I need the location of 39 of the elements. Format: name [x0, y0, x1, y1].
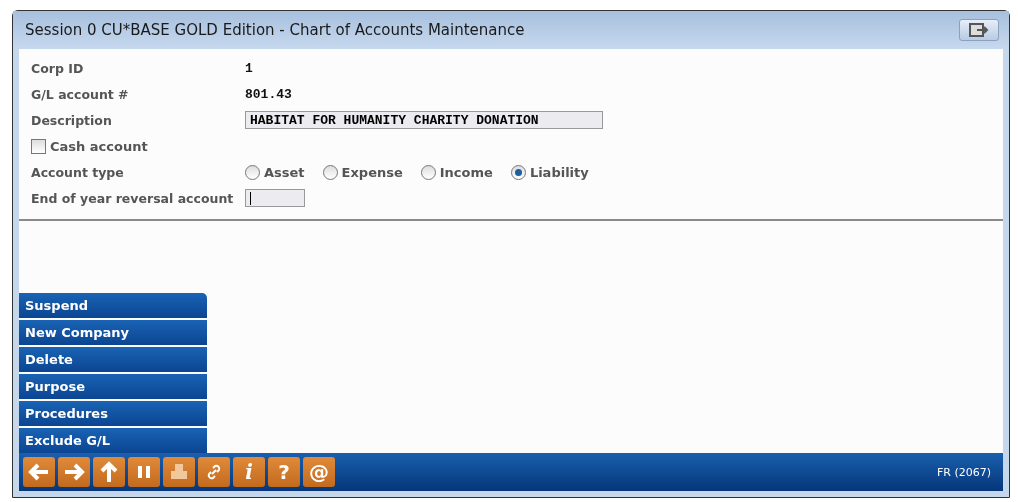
radio-label: Liability: [529, 164, 589, 180]
up-button[interactable]: [93, 457, 125, 487]
checkbox-label: Cash account: [50, 138, 148, 154]
exit-icon: [969, 23, 989, 37]
forward-button[interactable]: [58, 457, 90, 487]
screen-code: FR (2067): [936, 465, 992, 479]
field-value: 1: [245, 60, 253, 76]
input-field[interactable]: [245, 189, 305, 207]
action-button[interactable]: Exclude G/L: [19, 428, 207, 453]
field-label: Corp ID: [31, 60, 85, 76]
radio-label: Asset: [264, 164, 305, 180]
field-label: G/L account #: [31, 86, 130, 102]
action-button[interactable]: Delete: [19, 347, 207, 372]
input-field[interactable]: HABITAT FOR HUMANITY CHARITY DONATION: [245, 111, 603, 129]
radio-button[interactable]: [510, 164, 526, 180]
pause-icon: [137, 465, 151, 479]
right-arrow-icon: [63, 462, 85, 482]
back-button[interactable]: [23, 457, 55, 487]
action-button[interactable]: Procedures: [19, 401, 207, 426]
window-title: Session 0 CU*BASE GOLD Edition - Chart of Accounts Maintenance: [25, 21, 525, 39]
exit-button[interactable]: [959, 19, 999, 41]
radio-button[interactable]: [322, 164, 338, 180]
radio-label: Income: [439, 164, 493, 180]
radio-label: Expense: [341, 164, 403, 180]
field-label: Account type: [31, 164, 125, 180]
field-label: End of year reversal account: [31, 190, 235, 206]
left-arrow-icon: [28, 462, 50, 482]
radio-button[interactable]: [420, 164, 436, 180]
action-button[interactable]: Suspend: [19, 293, 207, 318]
printer-icon: [170, 463, 188, 481]
field-label: Description: [31, 112, 113, 128]
up-arrow-icon: [99, 461, 119, 483]
radio-button[interactable]: [245, 164, 260, 180]
link-button[interactable]: [198, 457, 230, 487]
action-button[interactable]: New Company: [19, 320, 207, 345]
action-button[interactable]: Purpose: [19, 374, 207, 399]
pause-button[interactable]: [128, 457, 160, 487]
checkbox[interactable]: [31, 138, 46, 154]
field-value: 801.43: [245, 86, 292, 102]
